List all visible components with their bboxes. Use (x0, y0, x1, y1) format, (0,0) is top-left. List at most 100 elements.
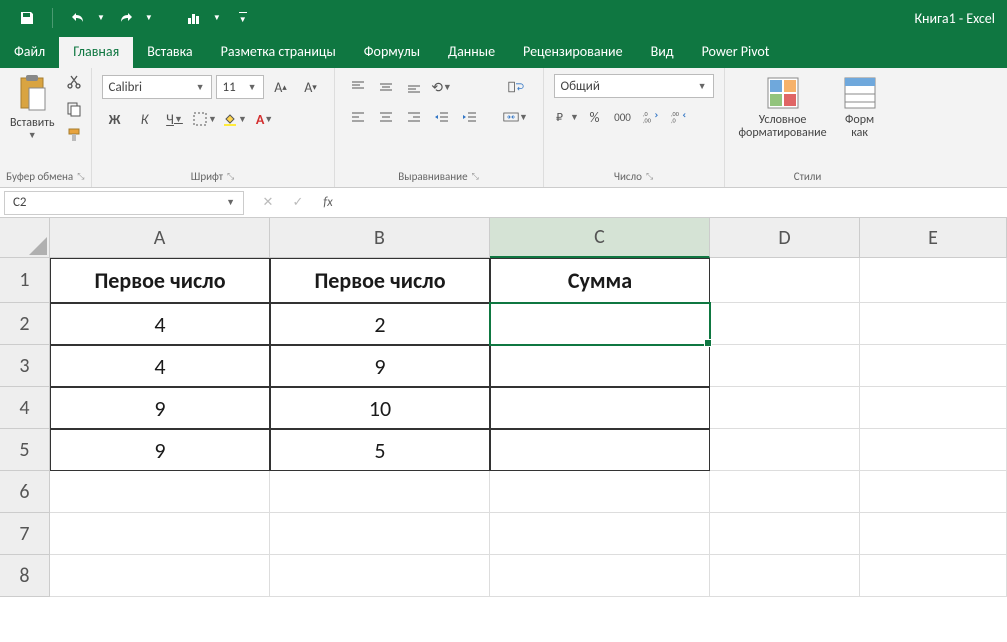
tab-insert[interactable]: Вставка (133, 37, 206, 68)
clipboard-launcher-icon[interactable]: ⤡ (77, 171, 84, 182)
enter-icon[interactable]: ✓ (284, 191, 312, 215)
conditional-formatting-button[interactable]: Условное форматирование (731, 72, 835, 144)
undo-icon[interactable] (63, 3, 93, 33)
paste-dropdown-icon[interactable]: ▼ (28, 130, 37, 141)
format-as-table-button[interactable]: Форм как (835, 72, 885, 144)
row-header-7[interactable]: 7 (0, 513, 50, 555)
undo-dropdown-icon[interactable]: ▼ (97, 13, 105, 23)
cell-a2[interactable]: 4 (50, 303, 270, 345)
cell-a8[interactable] (50, 555, 270, 597)
fx-icon[interactable]: fx (314, 191, 342, 215)
align-center-icon[interactable] (373, 104, 399, 130)
tab-home[interactable]: Главная (59, 37, 133, 68)
cell-d8[interactable] (710, 555, 860, 597)
format-painter-icon[interactable] (63, 124, 85, 146)
cell-c7[interactable] (490, 513, 710, 555)
tab-file[interactable]: Файл (0, 37, 59, 68)
increase-font-icon[interactable]: A▴ (268, 74, 294, 100)
row-header-4[interactable]: 4 (0, 387, 50, 429)
wrap-text-icon[interactable] (499, 74, 533, 100)
alignment-launcher-icon[interactable]: ⤡ (472, 171, 479, 182)
cell-d4[interactable] (710, 387, 860, 429)
align-right-icon[interactable] (401, 104, 427, 130)
font-color-icon[interactable]: A▼ (252, 106, 278, 132)
col-header-c[interactable]: C (490, 218, 710, 258)
cell-e6[interactable] (860, 471, 1007, 513)
cell-d3[interactable] (710, 345, 860, 387)
underline-button[interactable]: Ч▼ (162, 106, 188, 132)
align-bottom-icon[interactable] (401, 74, 427, 100)
comma-style-icon[interactable]: 000 (610, 104, 636, 130)
cell-e1[interactable] (860, 258, 1007, 303)
cell-a1[interactable]: Первое число (50, 258, 270, 303)
name-box[interactable]: C2▼ (4, 191, 244, 215)
increase-decimal-icon[interactable]: ,0,00 (638, 104, 664, 130)
row-header-8[interactable]: 8 (0, 555, 50, 597)
tab-page-layout[interactable]: Разметка страницы (207, 37, 350, 68)
cell-d1[interactable] (710, 258, 860, 303)
decrease-font-icon[interactable]: A▾ (298, 74, 324, 100)
accounting-format-icon[interactable]: ₽▼ (554, 104, 580, 130)
number-format-selector[interactable]: Общий▼ (554, 74, 714, 98)
cell-b8[interactable] (270, 555, 490, 597)
font-launcher-icon[interactable]: ⤡ (227, 171, 234, 182)
cut-icon[interactable] (63, 72, 85, 94)
increase-indent-icon[interactable] (457, 104, 483, 130)
tab-formulas[interactable]: Формулы (350, 37, 434, 68)
cell-e8[interactable] (860, 555, 1007, 597)
font-name-selector[interactable]: Calibri▼ (102, 75, 212, 99)
cell-b7[interactable] (270, 513, 490, 555)
cell-d6[interactable] (710, 471, 860, 513)
bold-button[interactable]: Ж (102, 106, 128, 132)
cell-a4[interactable]: 9 (50, 387, 270, 429)
redo-icon[interactable] (111, 3, 141, 33)
font-size-selector[interactable]: 11▼ (216, 75, 264, 99)
borders-icon[interactable]: ▼ (192, 106, 218, 132)
cell-e5[interactable] (860, 429, 1007, 471)
cell-c2[interactable] (490, 303, 710, 345)
cell-d5[interactable] (710, 429, 860, 471)
row-header-6[interactable]: 6 (0, 471, 50, 513)
number-launcher-icon[interactable]: ⤡ (646, 171, 653, 182)
select-all-corner[interactable] (0, 218, 50, 258)
cell-b4[interactable]: 10 (270, 387, 490, 429)
percent-icon[interactable]: % (582, 104, 608, 130)
col-header-a[interactable]: A (50, 218, 270, 258)
cell-b6[interactable] (270, 471, 490, 513)
row-header-2[interactable]: 2 (0, 303, 50, 345)
cancel-icon[interactable]: ✕ (254, 191, 282, 215)
cell-d2[interactable] (710, 303, 860, 345)
cell-b3[interactable]: 9 (270, 345, 490, 387)
formula-input[interactable] (342, 191, 1007, 215)
row-header-5[interactable]: 5 (0, 429, 50, 471)
save-icon[interactable] (12, 3, 42, 33)
col-header-d[interactable]: D (710, 218, 860, 258)
cell-a7[interactable] (50, 513, 270, 555)
cell-c1[interactable]: Сумма (490, 258, 710, 303)
col-header-e[interactable]: E (860, 218, 1007, 258)
chart-icon[interactable] (179, 3, 209, 33)
cell-a3[interactable]: 4 (50, 345, 270, 387)
cell-c4[interactable] (490, 387, 710, 429)
cell-e3[interactable] (860, 345, 1007, 387)
cell-e2[interactable] (860, 303, 1007, 345)
cell-c5[interactable] (490, 429, 710, 471)
copy-icon[interactable] (63, 98, 85, 120)
cell-c3[interactable] (490, 345, 710, 387)
italic-button[interactable]: К (132, 106, 158, 132)
decrease-indent-icon[interactable] (429, 104, 455, 130)
orientation-icon[interactable]: ⟲▼ (429, 74, 455, 100)
tab-powerpivot[interactable]: Power Pivot (688, 37, 784, 68)
cell-e7[interactable] (860, 513, 1007, 555)
merge-cells-icon[interactable]: ▼ (499, 104, 533, 130)
row-header-1[interactable]: 1 (0, 258, 50, 303)
align-top-icon[interactable] (345, 74, 371, 100)
cell-e4[interactable] (860, 387, 1007, 429)
cell-b1[interactable]: Первое число (270, 258, 490, 303)
paste-button[interactable]: Вставить ▼ (6, 72, 59, 143)
cell-a6[interactable] (50, 471, 270, 513)
align-left-icon[interactable] (345, 104, 371, 130)
decrease-decimal-icon[interactable]: ,00,0 (666, 104, 692, 130)
row-header-3[interactable]: 3 (0, 345, 50, 387)
cell-b2[interactable]: 2 (270, 303, 490, 345)
